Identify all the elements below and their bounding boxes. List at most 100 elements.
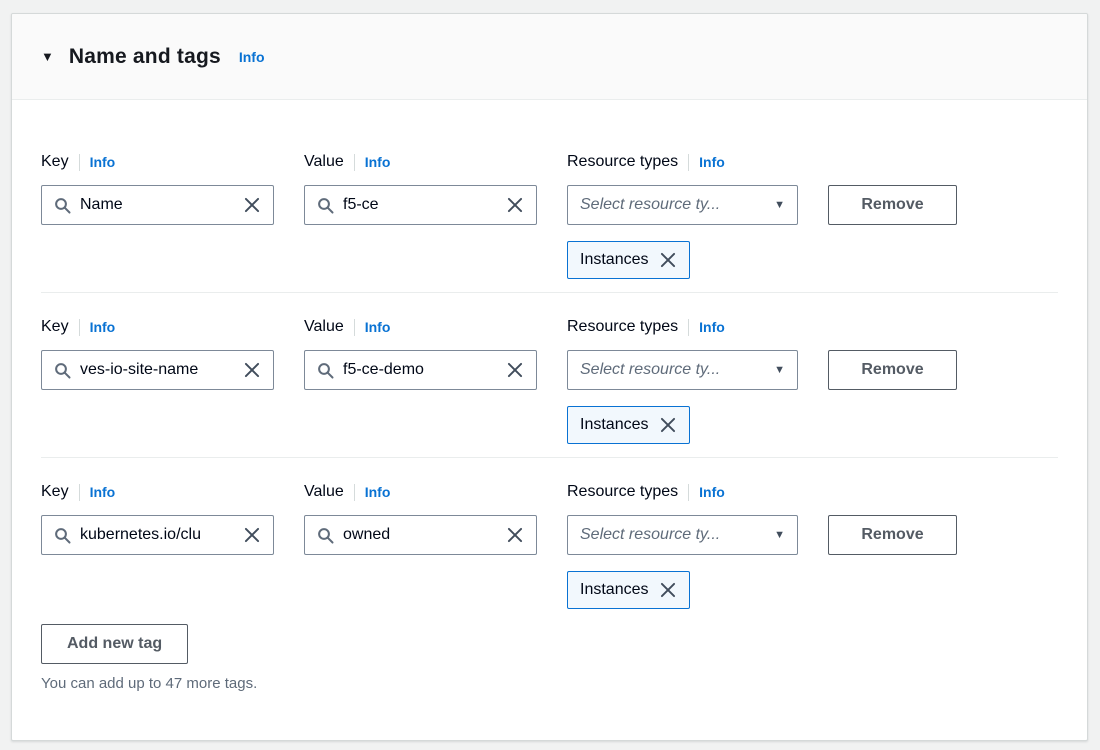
value-input-box — [304, 350, 537, 390]
token-row: Instances — [567, 406, 1058, 444]
key-input-box — [41, 185, 274, 225]
resource-types-select[interactable]: Select resource ty... ▼ — [567, 350, 798, 390]
value-info-link[interactable]: Info — [365, 319, 391, 335]
value-info-link[interactable]: Info — [365, 154, 391, 170]
label-divider — [688, 319, 689, 336]
clear-key-button[interactable] — [243, 361, 261, 379]
key-info-link[interactable]: Info — [90, 484, 116, 500]
resource-types-info-link[interactable]: Info — [699, 484, 725, 500]
clear-key-button[interactable] — [243, 196, 261, 214]
remove-tag-button[interactable]: Remove — [828, 515, 957, 555]
key-input[interactable] — [80, 361, 235, 379]
resource-type-token: Instances — [567, 241, 690, 279]
select-placeholder: Select resource ty... — [580, 361, 720, 379]
section-info-link[interactable]: Info — [239, 49, 265, 65]
search-icon — [317, 197, 334, 214]
search-icon — [54, 197, 71, 214]
label-divider — [354, 319, 355, 336]
dismiss-icon — [659, 251, 677, 269]
resource-types-label-group: Resource types Info — [567, 317, 798, 337]
dismiss-icon — [659, 581, 677, 599]
section-collapse-caret-icon[interactable]: ▼ — [41, 50, 54, 63]
value-label-group: Value Info — [304, 482, 537, 502]
resource-types-label: Resource types — [567, 152, 678, 172]
token-dismiss-button[interactable] — [659, 251, 677, 269]
token-row: Instances — [567, 241, 1058, 279]
tag-row: Key Info Value Info Resource types Info — [41, 482, 1058, 609]
resource-types-label: Resource types — [567, 482, 678, 502]
clear-icon — [506, 361, 524, 379]
key-info-link[interactable]: Info — [90, 154, 116, 170]
value-input[interactable] — [343, 196, 498, 214]
key-input-box — [41, 350, 274, 390]
clear-value-button[interactable] — [506, 526, 524, 544]
key-label: Key — [41, 152, 69, 172]
caret-down-icon: ▼ — [774, 200, 785, 211]
clear-icon — [506, 526, 524, 544]
clear-key-button[interactable] — [243, 526, 261, 544]
label-divider — [688, 154, 689, 171]
key-input[interactable] — [80, 196, 235, 214]
label-divider — [354, 484, 355, 501]
tag-row: Key Info Value Info Resource types Info — [41, 152, 1058, 279]
key-input-box — [41, 515, 274, 555]
value-label: Value — [304, 317, 344, 337]
section-header[interactable]: ▼ Name and tags Info — [12, 14, 1087, 100]
token-row: Instances — [567, 571, 1058, 609]
dismiss-icon — [659, 416, 677, 434]
value-label-group: Value Info — [304, 317, 537, 337]
clear-icon — [506, 196, 524, 214]
clear-value-button[interactable] — [506, 196, 524, 214]
select-placeholder: Select resource ty... — [580, 526, 720, 544]
key-label-group: Key Info — [41, 317, 274, 337]
label-divider — [354, 154, 355, 171]
remove-tag-button[interactable]: Remove — [828, 350, 957, 390]
caret-down-icon: ▼ — [774, 365, 785, 376]
name-and-tags-section: ▼ Name and tags Info Key Info Value Info… — [11, 13, 1088, 741]
row-divider — [41, 457, 1058, 458]
value-input-box — [304, 515, 537, 555]
clear-icon — [243, 361, 261, 379]
remove-tag-button[interactable]: Remove — [828, 185, 957, 225]
token-label: Instances — [580, 251, 648, 269]
resource-types-info-link[interactable]: Info — [699, 154, 725, 170]
key-info-link[interactable]: Info — [90, 319, 116, 335]
section-content: Key Info Value Info Resource types Info — [12, 100, 1087, 692]
token-dismiss-button[interactable] — [659, 416, 677, 434]
resource-types-label-group: Resource types Info — [567, 482, 798, 502]
value-info-link[interactable]: Info — [365, 484, 391, 500]
tags-remaining-note: You can add up to 47 more tags. — [41, 675, 1058, 692]
value-label: Value — [304, 482, 344, 502]
key-label-group: Key Info — [41, 152, 274, 172]
label-divider — [79, 319, 80, 336]
search-icon — [317, 527, 334, 544]
resource-type-token: Instances — [567, 406, 690, 444]
key-input[interactable] — [80, 526, 235, 544]
resource-types-select[interactable]: Select resource ty... ▼ — [567, 515, 798, 555]
section-title: Name and tags — [69, 45, 221, 69]
resource-types-info-link[interactable]: Info — [699, 319, 725, 335]
search-icon — [317, 362, 334, 379]
key-label: Key — [41, 317, 69, 337]
value-input[interactable] — [343, 526, 498, 544]
value-input[interactable] — [343, 361, 498, 379]
value-label-group: Value Info — [304, 152, 537, 172]
key-label: Key — [41, 482, 69, 502]
clear-icon — [243, 526, 261, 544]
clear-value-button[interactable] — [506, 361, 524, 379]
caret-down-icon: ▼ — [774, 530, 785, 541]
search-icon — [54, 362, 71, 379]
label-divider — [688, 484, 689, 501]
resource-type-token: Instances — [567, 571, 690, 609]
key-label-group: Key Info — [41, 482, 274, 502]
tag-row: Key Info Value Info Resource types Info — [41, 317, 1058, 444]
resource-types-select[interactable]: Select resource ty... ▼ — [567, 185, 798, 225]
token-dismiss-button[interactable] — [659, 581, 677, 599]
token-label: Instances — [580, 416, 648, 434]
token-label: Instances — [580, 581, 648, 599]
add-new-tag-button[interactable]: Add new tag — [41, 624, 188, 664]
search-icon — [54, 527, 71, 544]
clear-icon — [243, 196, 261, 214]
section-footer: Add new tag You can add up to 47 more ta… — [41, 624, 1058, 692]
row-divider — [41, 292, 1058, 293]
